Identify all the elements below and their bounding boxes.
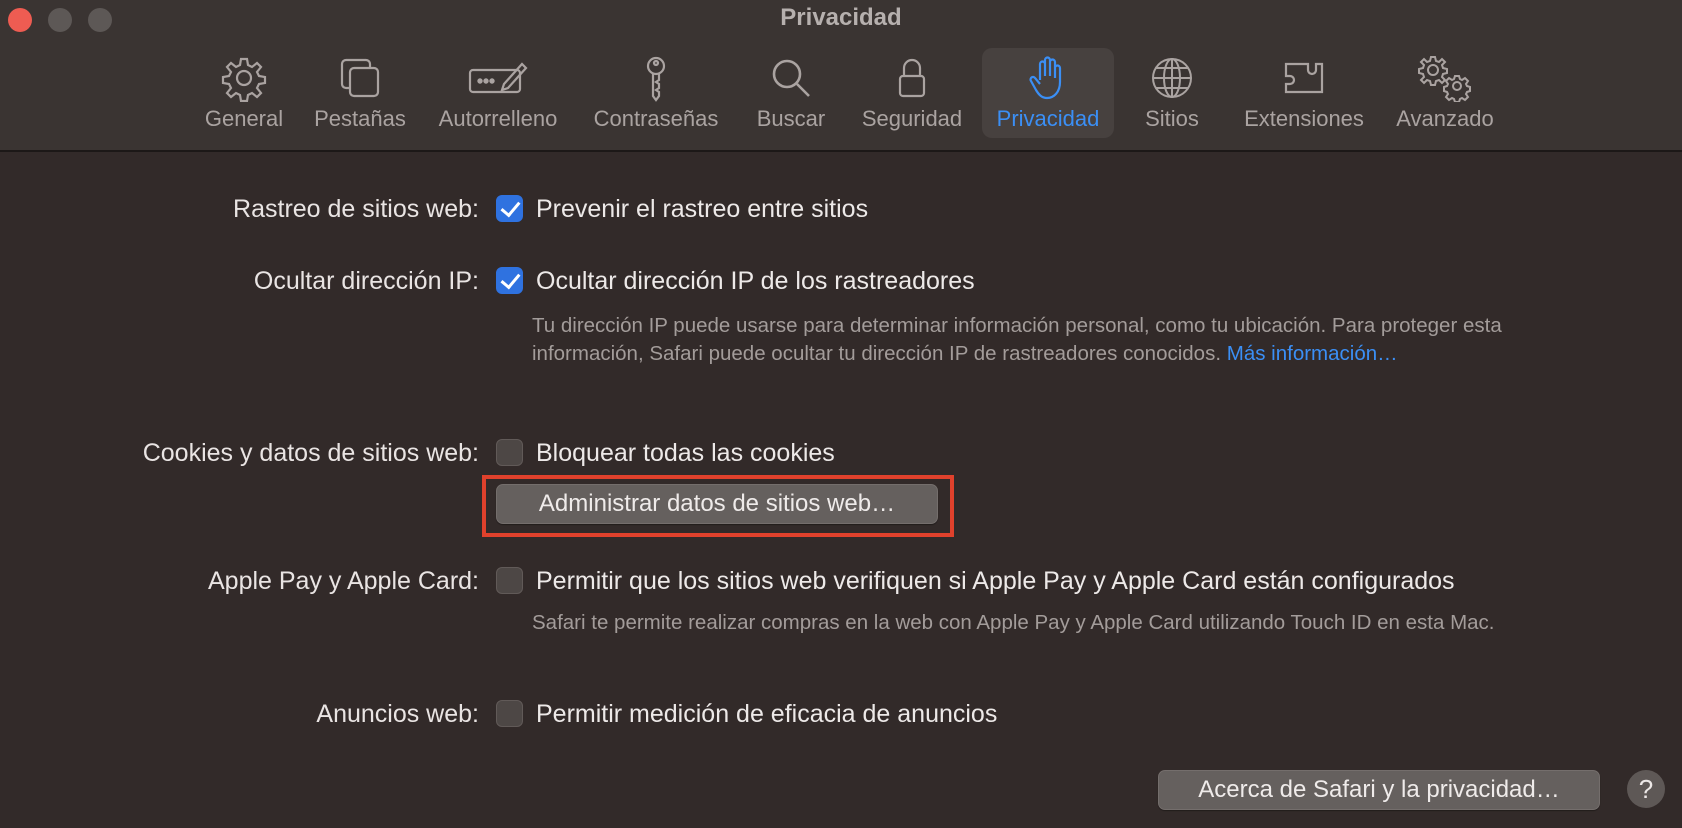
ads-label: Anuncios web: xyxy=(316,700,479,728)
tab-label: Avanzado xyxy=(1396,106,1494,131)
tab-label: Extensiones xyxy=(1244,106,1364,131)
key-icon xyxy=(646,56,666,102)
apple-pay-checkbox[interactable] xyxy=(496,567,523,594)
about-safari-privacy-button[interactable]: Acerca de Safari y la privacidad… xyxy=(1158,770,1600,810)
hide-ip-option[interactable]: Ocultar dirección IP de los rastreadores xyxy=(536,267,975,296)
tab-label: Contraseñas xyxy=(593,106,719,131)
tracking-label: Rastreo de sitios web: xyxy=(233,195,479,223)
tab-sitios[interactable]: Sitios xyxy=(1132,48,1212,138)
tabs-icon xyxy=(340,58,380,98)
tab-label: Autorrelleno xyxy=(438,106,558,131)
more-info-link[interactable]: Más información… xyxy=(1227,342,1398,365)
apple-pay-note: Safari te permite realizar compras en la… xyxy=(532,611,1495,634)
help-button[interactable]: ? xyxy=(1627,770,1665,808)
tab-label: Buscar xyxy=(756,106,826,131)
ads-checkbox[interactable] xyxy=(496,700,523,727)
tab-label: Privacidad xyxy=(996,106,1100,131)
hide-ip-note: Tu dirección IP puede usarse para determ… xyxy=(532,312,1552,368)
tab-general[interactable]: General xyxy=(196,48,292,138)
puzzle-icon xyxy=(1284,62,1324,94)
ads-option[interactable]: Permitir medición de eficacia de anuncio… xyxy=(536,700,997,729)
tab-contrasenas[interactable]: Contraseñas xyxy=(584,48,728,138)
tab-buscar[interactable]: Buscar xyxy=(746,48,836,138)
hide-ip-label: Ocultar dirección IP: xyxy=(253,267,479,295)
lock-icon xyxy=(898,58,926,98)
tab-label: General xyxy=(204,106,284,131)
tracking-option[interactable]: Prevenir el rastreo entre sitios xyxy=(536,195,868,224)
cookies-label: Cookies y datos de sitios web: xyxy=(142,439,479,467)
search-icon xyxy=(772,59,810,97)
apple-pay-option[interactable]: Permitir que los sitios web verifiquen s… xyxy=(536,567,1455,596)
manage-website-data-button[interactable]: Administrar datos de sitios web… xyxy=(496,484,938,524)
tab-label: Seguridad xyxy=(861,106,963,131)
gear-icon xyxy=(221,57,267,102)
tab-pestanas[interactable]: Pestañas xyxy=(306,48,414,138)
tab-label: Sitios xyxy=(1145,106,1199,131)
autofill-icon xyxy=(468,62,528,94)
tab-label: Pestañas xyxy=(314,106,406,131)
apple-pay-label: Apple Pay y Apple Card: xyxy=(208,567,479,595)
globe-icon xyxy=(1152,58,1192,98)
cookies-checkbox[interactable] xyxy=(496,439,523,466)
tracking-checkbox[interactable] xyxy=(496,195,523,222)
tab-extensiones[interactable]: Extensiones xyxy=(1236,48,1372,138)
hide-ip-checkbox[interactable] xyxy=(496,267,523,294)
hand-icon xyxy=(1029,56,1062,100)
tab-avanzado[interactable]: Avanzado xyxy=(1386,48,1504,138)
tab-autorrelleno[interactable]: Autorrelleno xyxy=(428,48,568,138)
tab-seguridad[interactable]: Seguridad xyxy=(854,48,970,138)
gears-icon xyxy=(1418,56,1471,102)
window-title: Privacidad xyxy=(780,4,902,31)
tab-privacidad[interactable]: Privacidad xyxy=(982,48,1114,138)
cookies-option[interactable]: Bloquear todas las cookies xyxy=(536,439,835,468)
toolbar: Privacidad General Pestañas Autorrelleno xyxy=(0,0,1682,152)
